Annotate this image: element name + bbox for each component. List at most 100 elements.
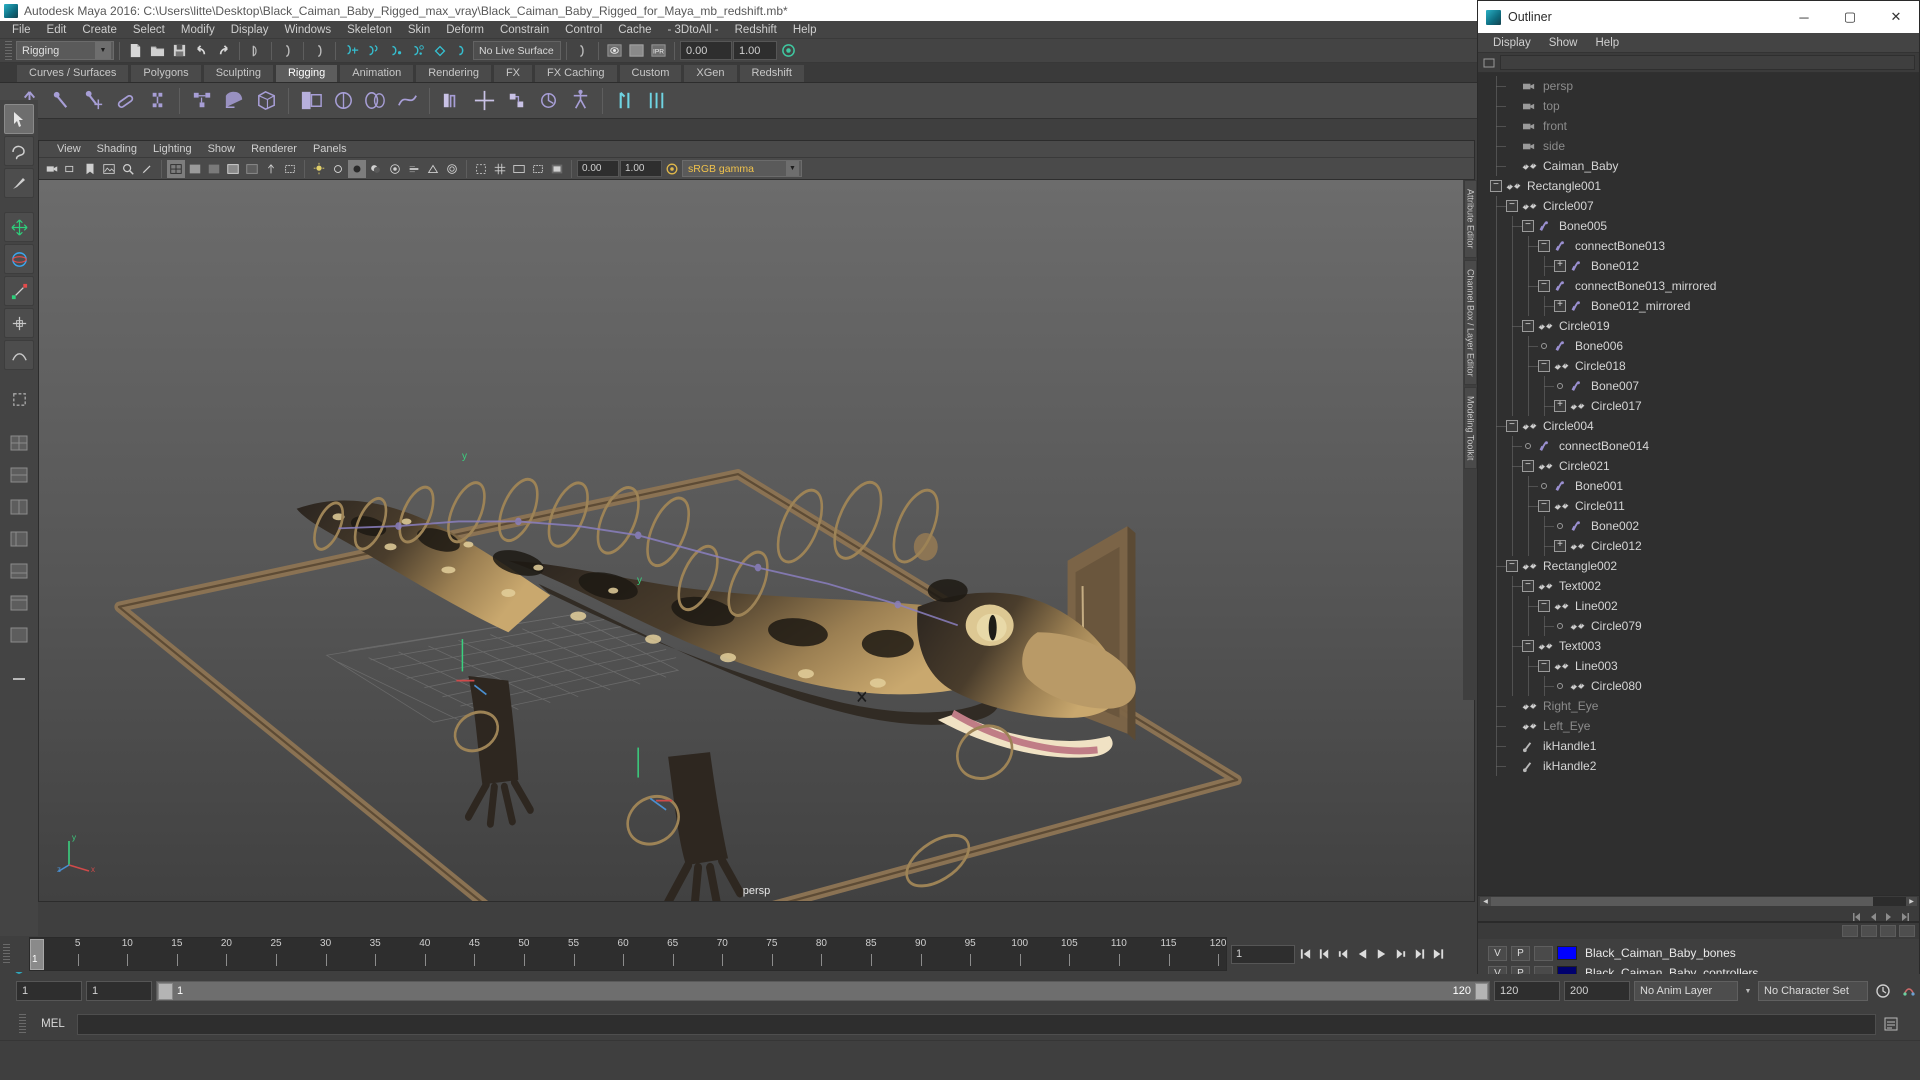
layout-persp-graph-button[interactable] xyxy=(4,588,34,618)
depth-of-field-icon[interactable] xyxy=(443,160,461,178)
go-to-end-icon[interactable] xyxy=(1430,945,1447,964)
viewport-menu-panels[interactable]: Panels xyxy=(305,141,355,158)
smooth-bind-icon[interactable] xyxy=(219,86,249,116)
outliner-item[interactable]: Bone002 xyxy=(1478,516,1919,536)
color-profile-selector[interactable]: sRGB gamma ▼ xyxy=(682,160,802,177)
collapse-toggle[interactable]: − xyxy=(1522,220,1534,232)
open-scene-button[interactable] xyxy=(147,40,168,61)
shelf-tab-xgen[interactable]: XGen xyxy=(683,64,738,82)
outliner-item[interactable]: − Line003 xyxy=(1478,656,1919,676)
film-gate-icon[interactable] xyxy=(510,160,528,178)
collapse-toggle[interactable]: − xyxy=(1538,360,1550,372)
grease-pencil-icon[interactable] xyxy=(138,160,156,178)
expand-toggle[interactable]: + xyxy=(1554,300,1566,312)
range-left-handle[interactable] xyxy=(158,982,173,1000)
viewport-menu-shading[interactable]: Shading xyxy=(89,141,145,158)
outliner-item[interactable]: + Bone012 xyxy=(1478,256,1919,276)
search-filter-icon[interactable] xyxy=(1482,56,1496,70)
tab-channel-box-layer-editor[interactable]: Channel Box / Layer Editor xyxy=(1463,259,1477,386)
collapse-toggle[interactable]: − xyxy=(1506,420,1518,432)
outliner-item[interactable]: connectBone014 xyxy=(1478,436,1919,456)
isolate-select-icon[interactable] xyxy=(472,160,490,178)
ipr-render-button[interactable] xyxy=(626,40,647,61)
playback-start-icon[interactable] xyxy=(1851,909,1863,921)
redo-button[interactable] xyxy=(213,40,234,61)
playback-start-field[interactable]: 1 xyxy=(86,981,152,1001)
scale-tool-button[interactable] xyxy=(4,276,34,306)
snap-to-view-plane-button[interactable] xyxy=(429,40,450,61)
layout-hypershade-button[interactable] xyxy=(4,556,34,586)
playback-end-field[interactable]: 120 xyxy=(1494,981,1560,1001)
lasso-tool-button[interactable] xyxy=(4,136,34,166)
lattice-deformer-icon[interactable] xyxy=(251,86,281,116)
xray-mode-icon[interactable] xyxy=(243,160,261,178)
outliner-item[interactable]: − Circle021 xyxy=(1478,456,1919,476)
menu-3dtoall[interactable]: - 3DtoAll - xyxy=(660,21,727,39)
collapse-toggle[interactable]: − xyxy=(1522,640,1534,652)
gamma-input[interactable]: 1.00 xyxy=(620,160,662,177)
new-scene-button[interactable] xyxy=(125,40,146,61)
multisample-aa-icon[interactable] xyxy=(424,160,442,178)
outliner-item[interactable]: − Text002 xyxy=(1478,576,1919,596)
viewport-menu-show[interactable]: Show xyxy=(200,141,244,158)
create-cluster-icon[interactable] xyxy=(501,86,531,116)
outliner-item[interactable]: − Rectangle002 xyxy=(1478,556,1919,576)
move-tool-button[interactable] xyxy=(4,212,34,242)
menu-create[interactable]: Create xyxy=(74,21,125,39)
collapse-toggle[interactable]: − xyxy=(1538,240,1550,252)
timeslider-grip[interactable] xyxy=(3,944,10,964)
layer-color-swatch[interactable] xyxy=(1557,946,1577,960)
outliner-item[interactable]: Circle080 xyxy=(1478,676,1919,696)
outliner-item[interactable]: + Bone012_mirrored xyxy=(1478,296,1919,316)
smooth-shade-selected-icon[interactable] xyxy=(205,160,223,178)
expand-toggle[interactable]: + xyxy=(1554,540,1566,552)
layout-more-button[interactable] xyxy=(4,620,34,650)
image-plane-icon[interactable] xyxy=(100,160,118,178)
scroll-thumb[interactable] xyxy=(1491,897,1873,906)
menu-constrain[interactable]: Constrain xyxy=(492,21,557,39)
chevron-down-icon[interactable]: ▼ xyxy=(1742,985,1754,997)
anim-end-field[interactable]: 200 xyxy=(1564,981,1630,1001)
outliner-item[interactable]: front xyxy=(1478,116,1919,136)
outliner-item[interactable]: side xyxy=(1478,136,1919,156)
viewport-menu-lighting[interactable]: Lighting xyxy=(145,141,200,158)
shelf-tab-custom[interactable]: Custom xyxy=(618,64,683,82)
collapse-toggle[interactable]: − xyxy=(1538,500,1550,512)
undo-button[interactable] xyxy=(191,40,212,61)
select-object-button[interactable] xyxy=(277,40,298,61)
shadows-icon[interactable] xyxy=(367,160,385,178)
viewport-menu-renderer[interactable]: Renderer xyxy=(243,141,305,158)
snap-to-grid-button[interactable] xyxy=(341,40,362,61)
menu-control[interactable]: Control xyxy=(557,21,610,39)
outliner-item[interactable]: + Circle017 xyxy=(1478,396,1919,416)
layer-playback-toggle[interactable]: P xyxy=(1511,945,1530,961)
scroll-right-icon[interactable]: ▶ xyxy=(1906,897,1917,906)
snap-to-point-button[interactable] xyxy=(385,40,406,61)
anim-start-field[interactable]: 1 xyxy=(16,981,82,1001)
expand-toggle[interactable]: + xyxy=(1554,400,1566,412)
collapse-toggle[interactable]: − xyxy=(1522,460,1534,472)
command-input[interactable] xyxy=(77,1013,1876,1035)
insert-joint-icon[interactable] xyxy=(110,86,140,116)
outliner-item[interactable]: ikHandle2 xyxy=(1478,756,1919,776)
playback-prev-icon[interactable] xyxy=(1867,909,1879,921)
soft-modification-tool-button[interactable] xyxy=(4,340,34,370)
motion-blur-icon[interactable] xyxy=(405,160,423,178)
layer-state-toggle[interactable] xyxy=(1534,945,1553,961)
exposure-input[interactable]: 0.00 xyxy=(577,160,619,177)
playback-end-icon[interactable] xyxy=(1899,909,1911,921)
collapse-toggle[interactable]: − xyxy=(1538,660,1550,672)
layer-menu-button[interactable] xyxy=(1899,925,1915,937)
outliner-item[interactable]: − Circle011 xyxy=(1478,496,1919,516)
outliner-item[interactable]: Right_Eye xyxy=(1478,696,1919,716)
scroll-left-icon[interactable]: ◀ xyxy=(1480,897,1491,906)
render-settings-button[interactable]: IPR xyxy=(648,40,669,61)
time-ruler[interactable]: 1 5 10 15 20 25 30 35 40 45 50 55 60 65 70 75 80 85 90 95 1… xyxy=(29,937,1227,971)
current-frame-field[interactable]: 1 xyxy=(1231,944,1295,964)
hik-control-rig-icon[interactable] xyxy=(642,86,672,116)
use-selected-lights-icon[interactable] xyxy=(348,159,366,178)
make-live-button[interactable] xyxy=(451,40,472,61)
tab-attribute-editor[interactable]: Attribute Editor xyxy=(1463,180,1477,258)
shelf-tab-polygons[interactable]: Polygons xyxy=(130,64,202,82)
wire-tool-icon[interactable] xyxy=(392,86,422,116)
